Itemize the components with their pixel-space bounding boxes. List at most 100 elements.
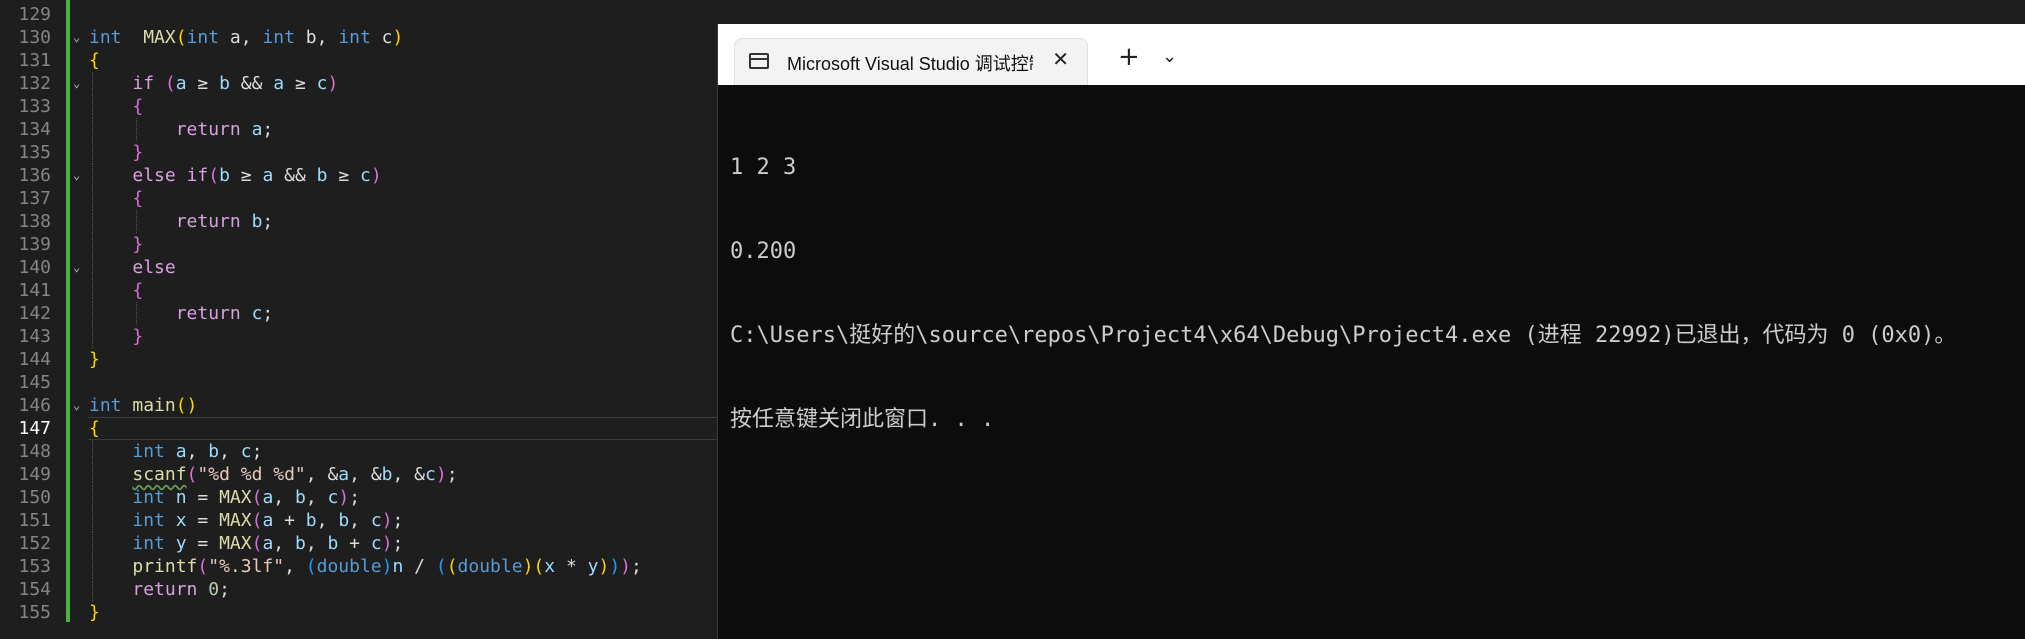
console-output[interactable]: 1 2 3 0.200 C:\Users\挺好的\source\repos\Pr… (730, 98, 2025, 490)
code-line[interactable]: 141 { (0, 279, 720, 302)
code-token: ( (446, 556, 458, 577)
debug-console-window[interactable]: Microsoft Visual Studio 调试控制台 ✕ + ⌄ 1 2 … (717, 24, 2025, 639)
code-token: y (587, 556, 599, 577)
line-number: 147 (18, 418, 51, 439)
code-token: , (305, 464, 328, 485)
console-line: 1 2 3 (730, 155, 797, 180)
code-line[interactable]: 144} (0, 348, 720, 371)
fold-chevron-icon[interactable]: ⌄ (73, 72, 80, 95)
code-line[interactable]: 129 (0, 3, 720, 26)
line-number: 130 (18, 27, 51, 48)
code-line[interactable]: 154 return 0; (0, 578, 720, 601)
code-line[interactable]: 140 ⌄ else (0, 256, 720, 279)
code-token: c (240, 441, 252, 462)
code-line[interactable]: 142 return c; (0, 302, 720, 325)
code-token: return (175, 119, 241, 140)
chevron-down-icon[interactable]: ⌄ (1162, 46, 1177, 67)
fold-chevron-icon[interactable]: ⌄ (73, 164, 80, 187)
code-token: = (186, 533, 220, 554)
code-token: x (544, 556, 556, 577)
code-line[interactable]: 152 int y = MAX(a, b, b + c); (0, 532, 720, 555)
code-token: , & (392, 464, 426, 485)
code-line[interactable]: 130 ⌄ int MAX(int a, int b, int c) (0, 26, 720, 49)
code-line[interactable]: 138 return b; (0, 210, 720, 233)
code-token: a (338, 464, 350, 485)
fold-chevron-icon[interactable]: ⌄ (73, 26, 80, 49)
code-token: ( (435, 556, 447, 577)
code-token: , (186, 441, 209, 462)
console-line: C:\Users\挺好的\source\repos\Project4\x64\D… (730, 323, 1957, 348)
code-line[interactable]: 135 } (0, 141, 720, 164)
code-line[interactable]: 147 { (0, 417, 720, 440)
code-token: } (89, 602, 100, 623)
code-token: if (132, 73, 155, 94)
code-line[interactable]: 143 } (0, 325, 720, 348)
code-token: c (251, 303, 263, 324)
code-line[interactable]: 136 ⌄ else if(b ≥ a && b ≥ c) (0, 164, 720, 187)
code-token: ( (197, 556, 209, 577)
code-text: int a, b, c; (89, 440, 262, 463)
code-token: int (89, 27, 122, 48)
code-token: * (555, 556, 588, 577)
code-token: ; (392, 510, 404, 531)
code-token: b (208, 441, 220, 462)
code-line[interactable]: 150 int n = MAX(a, b, c); (0, 486, 720, 509)
code-token: ( (186, 464, 198, 485)
code-token: b (338, 510, 350, 531)
code-text: int y = MAX(a, b, b + c); (89, 532, 403, 555)
code-text: return c; (89, 302, 274, 325)
code-token: b (294, 533, 306, 554)
code-line[interactable]: 139 } (0, 233, 720, 256)
code-token: if (186, 165, 209, 186)
line-number: 154 (18, 579, 51, 600)
code-line[interactable]: 131 { (0, 49, 720, 72)
code-line[interactable]: 134 return a; (0, 118, 720, 141)
code-token: ) (435, 464, 447, 485)
code-line[interactable]: 137 { (0, 187, 720, 210)
code-line[interactable]: 133 { (0, 95, 720, 118)
fold-chevron-icon[interactable]: ⌄ (73, 394, 80, 417)
code-line[interactable]: 153 printf("%.3lf", (double)n / ((double… (0, 555, 720, 578)
code-token: = (186, 487, 220, 508)
line-number: 148 (18, 441, 51, 462)
code-token: a (262, 510, 274, 531)
code-token: c (327, 487, 339, 508)
line-number: 131 (18, 50, 51, 71)
code-token: ) (381, 533, 393, 554)
code-line[interactable]: 155} (0, 601, 720, 624)
code-token: , (349, 510, 371, 531)
code-token: ; (219, 579, 230, 600)
code-token: , (305, 533, 328, 554)
code-token: = (186, 510, 220, 531)
code-editor[interactable]: 129 130 ⌄ int MAX(int a, int b, int c) 131{1… (0, 0, 720, 639)
code-line[interactable]: 132 ⌄ if (a ≥ b && a ≥ c) (0, 72, 720, 95)
code-token: b (381, 464, 393, 485)
code-token: , & (349, 464, 382, 485)
fold-chevron-icon[interactable]: ⌄ (73, 256, 80, 279)
code-line[interactable]: 145 (0, 371, 720, 394)
close-tab-icon[interactable]: ✕ (1052, 47, 1069, 71)
code-line[interactable]: 146 ⌄ int main() (0, 394, 720, 417)
code-token: } (132, 326, 144, 347)
code-token: printf (132, 556, 198, 577)
new-tab-icon[interactable]: + (1118, 44, 1140, 70)
code-token: scanf (132, 464, 187, 485)
code-token: + (273, 510, 306, 531)
code-line[interactable]: 148 int a, b, c; (0, 440, 720, 463)
code-line[interactable]: 149 scanf("%d %d %d", &a, &b, &c); (0, 463, 720, 486)
code-token: , (284, 556, 306, 577)
code-line[interactable]: 151 int x = MAX(a + b, b, c); (0, 509, 720, 532)
code-token: else (132, 165, 176, 186)
line-number: 145 (18, 372, 51, 393)
code-text: printf("%.3lf", (double)n / ((double)(x … (89, 555, 641, 578)
tab-debug-console[interactable]: Microsoft Visual Studio 调试控制台 ✕ (734, 38, 1088, 85)
